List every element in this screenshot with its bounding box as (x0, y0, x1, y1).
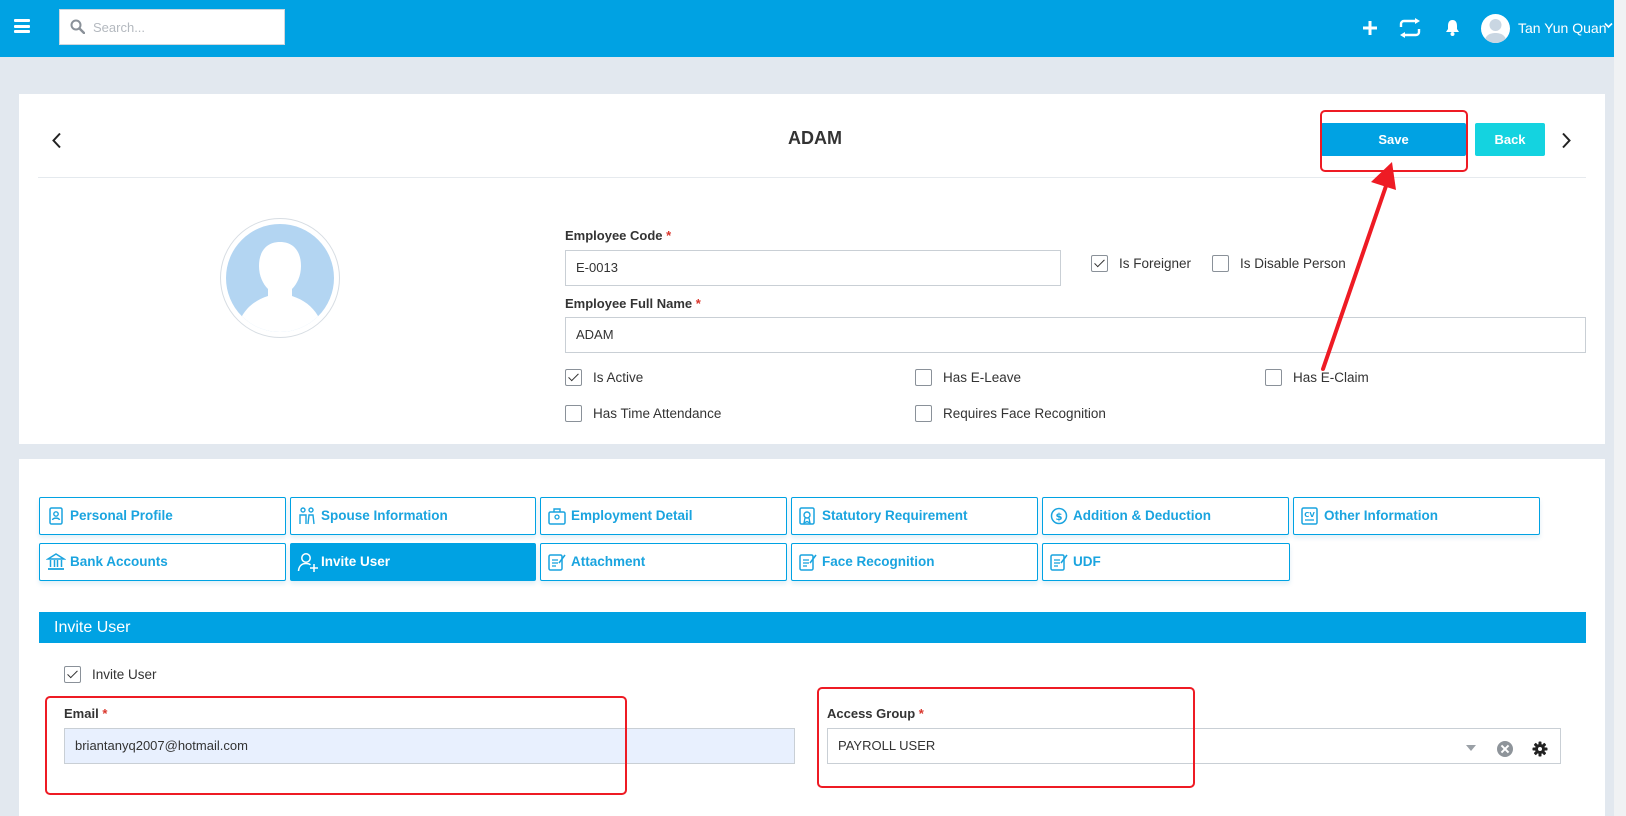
tab-label: Personal Profile (70, 508, 173, 523)
dropdown-caret-icon[interactable] (1466, 745, 1476, 751)
top-bar: Tan Yun Quan (0, 0, 1626, 57)
search-input[interactable] (93, 17, 273, 37)
is-foreigner-checkbox[interactable] (1091, 255, 1108, 272)
chevron-down-icon[interactable] (1604, 22, 1613, 29)
has-e-leave-checkbox[interactable] (915, 369, 932, 386)
plus-icon[interactable] (1363, 21, 1377, 35)
tab-attachment[interactable]: Attachment (540, 543, 787, 581)
tab-udf[interactable]: UDF (1042, 543, 1290, 581)
couple-icon (299, 507, 315, 525)
back-button[interactable]: Back (1475, 123, 1545, 156)
is-foreigner-label: Is Foreigner (1119, 256, 1192, 271)
briefcase-person-icon (548, 508, 566, 525)
is-disable-person-checkbox[interactable] (1212, 255, 1229, 272)
person-silhouette-icon (242, 242, 318, 332)
person-badge-icon (49, 507, 63, 525)
has-e-leave-label: Has E-Leave (943, 370, 1022, 385)
invite-user-checkbox[interactable] (64, 666, 81, 683)
bank-icon (46, 553, 66, 570)
previous-arrow-icon[interactable] (51, 132, 62, 149)
header-divider (38, 177, 1586, 178)
tab-personal-profile[interactable]: Personal Profile (39, 497, 286, 535)
employee-code-input[interactable]: E-0013 (565, 250, 1061, 286)
has-time-attendance-checkbox[interactable] (565, 405, 582, 422)
access-group-highlight-annotation (817, 687, 1195, 788)
refresh-icon[interactable] (1398, 18, 1422, 38)
tab-label: Addition & Deduction (1073, 508, 1211, 523)
tab-label: Invite User (321, 554, 391, 569)
save-highlight-annotation (1320, 110, 1468, 172)
is-active-label: Is Active (593, 370, 644, 385)
full-name-input[interactable]: ADAM (565, 317, 1586, 353)
bell-icon[interactable] (1445, 19, 1460, 36)
gear-icon[interactable] (1532, 741, 1548, 757)
avatar-silhouette-icon (1484, 19, 1507, 43)
has-e-claim-checkbox[interactable] (1265, 369, 1282, 386)
full-name-label: Employee Full Name * (565, 296, 701, 311)
certificate-icon (799, 507, 815, 525)
invite-user-section-title: Invite User (39, 612, 1586, 643)
document-edit-icon (799, 554, 817, 571)
tab-label: Other Information (1324, 508, 1438, 523)
cv-document-icon: CV (1301, 507, 1318, 525)
svg-text:$: $ (1056, 512, 1063, 523)
is-disable-person-label: Is Disable Person (1240, 256, 1346, 271)
has-e-claim-label: Has E-Claim (1293, 370, 1369, 385)
tab-statutory-requirement[interactable]: Statutory Requirement (791, 497, 1038, 535)
requires-face-recognition-checkbox[interactable] (915, 405, 932, 422)
tab-label: Attachment (571, 554, 646, 569)
is-active-checkbox[interactable] (565, 369, 582, 386)
search-icon (70, 19, 85, 34)
user-avatar[interactable] (1481, 14, 1510, 43)
page-title: ADAM (788, 128, 842, 148)
svg-text:CV: CV (1304, 511, 1315, 519)
tab-spouse-information[interactable]: Spouse Information (290, 497, 536, 535)
tab-label: Statutory Requirement (822, 508, 968, 523)
employee-photo[interactable] (220, 218, 340, 338)
money-cycle-icon: $ (1050, 507, 1068, 525)
search-box[interactable] (59, 9, 285, 45)
document-edit-icon (1050, 554, 1068, 571)
document-edit-icon (548, 554, 566, 571)
user-name[interactable]: Tan Yun Quan (1518, 20, 1606, 36)
invite-user-label: Invite User (92, 667, 157, 682)
tab-label: UDF (1073, 554, 1101, 569)
tab-label: Face Recognition (822, 554, 935, 569)
tab-bank-accounts[interactable]: Bank Accounts (39, 543, 286, 581)
next-arrow-icon[interactable] (1561, 132, 1572, 149)
tab-label: Bank Accounts (70, 554, 168, 569)
tab-label: Employment Detail (571, 508, 693, 523)
tab-label: Spouse Information (321, 508, 448, 523)
tab-addition-deduction[interactable]: $ Addition & Deduction (1042, 497, 1289, 535)
menu-icon[interactable] (14, 19, 30, 33)
tab-face-recognition[interactable]: Face Recognition (791, 543, 1038, 581)
tab-other-information[interactable]: CV Other Information (1293, 497, 1540, 535)
requires-face-recognition-label: Requires Face Recognition (943, 406, 1106, 421)
user-add-icon (297, 553, 318, 572)
scrollbar-track[interactable] (1614, 0, 1626, 816)
email-highlight-annotation (45, 696, 627, 795)
tab-invite-user[interactable]: Invite User (290, 543, 536, 581)
tab-employment-detail[interactable]: Employment Detail (540, 497, 787, 535)
clear-selection-icon[interactable] (1497, 741, 1513, 757)
employee-code-label: Employee Code * (565, 228, 672, 243)
has-time-attendance-label: Has Time Attendance (593, 406, 722, 421)
